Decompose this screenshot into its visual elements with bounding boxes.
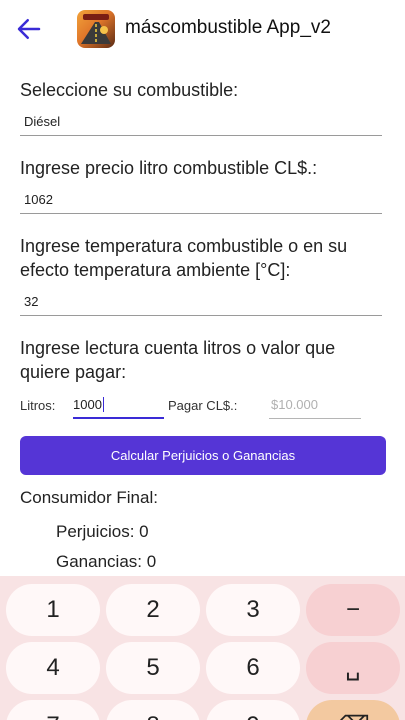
temperature-label-line2: efecto temperatura ambiente [°C]: [20,260,291,280]
price-input[interactable]: 1062 [20,186,382,214]
reading-label-line2: quiere pagar: [20,362,127,382]
reading-label-line1: Ingrese lectura cuenta litros o valor qu… [20,338,336,358]
key-4[interactable]: 4 [6,642,100,694]
fuel-select[interactable]: Diésel [20,108,382,136]
key-5[interactable]: 5 [106,642,200,694]
pagar-label: Pagar CL$.: [168,398,238,413]
pagar-placeholder: $10.000 [271,397,318,412]
text-caret [102,397,105,412]
key-1[interactable]: 1 [6,584,100,636]
key-2[interactable]: 2 [106,584,200,636]
fuel-label: Seleccione su combustible: [20,80,239,100]
perjuicios-result: Perjuicios: 0 [56,522,149,541]
litros-label: Litros: [20,398,56,413]
results-heading: Consumidor Final: [20,488,158,507]
key-3[interactable]: 3 [206,584,300,636]
temperature-value: 32 [24,294,39,309]
key-7[interactable]: 7 [6,700,100,720]
key-9[interactable]: 9 [206,700,300,720]
calculate-button[interactable]: Calcular Perjuicios o Ganancias [20,436,386,475]
temperature-label-line1: Ingrese temperatura combustible o en su [20,236,348,256]
ganancias-result: Ganancias: 0 [56,552,157,571]
pagar-input[interactable]: $10.000 [269,391,361,419]
litros-value: 1000 [73,397,102,412]
app-title: máscombustible App_v2 [125,17,331,38]
litros-input[interactable]: 1000 [73,391,164,419]
fuel-value: Diésel [24,114,61,129]
reading-row: Litros: 1000 Pagar CL$.: $10.000 [20,391,382,421]
numeric-keyboard: 1 2 3 − 4 5 6 ␣ 7 8 9 ⌫ [0,576,405,720]
key-backspace[interactable]: ⌫ [306,700,400,720]
price-value: 1062 [24,192,53,207]
key-6[interactable]: 6 [206,642,300,694]
key-8[interactable]: 8 [106,700,200,720]
app-bar: máscombustible App_v2 [0,0,405,58]
key-space[interactable]: ␣ [306,642,400,694]
price-label: Ingrese precio litro combustible CL$.: [20,158,318,178]
app-logo-icon [77,10,115,48]
arrow-left-icon[interactable] [14,14,44,44]
key-minus[interactable]: − [306,584,400,636]
temperature-input[interactable]: 32 [20,288,382,316]
